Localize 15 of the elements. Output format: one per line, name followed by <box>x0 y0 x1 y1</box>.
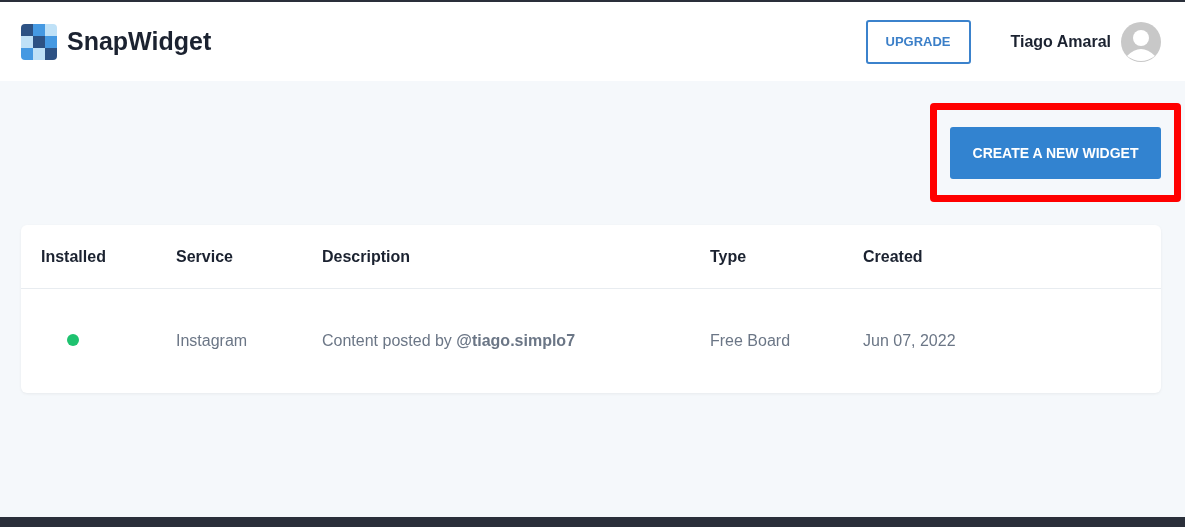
column-header: Type <box>710 247 748 266</box>
user-name[interactable]: Tiago Amaral <box>1010 32 1111 51</box>
brand-name: SnapWidget <box>67 27 212 56</box>
table-cell-text: Free Board <box>710 332 792 350</box>
column-header: Service <box>176 247 234 266</box>
upgrade-button[interactable]: UPGRADE <box>865 19 971 64</box>
create-widget-button[interactable]: CREATE A NEW WIDGET <box>950 127 1161 179</box>
table-cell-text: Instagram <box>176 332 249 350</box>
column-header: Created <box>863 247 923 266</box>
logo-icon <box>21 23 57 60</box>
table-cell-text: Content posted by @tiago.simplo7 <box>322 332 577 350</box>
avatar-icon[interactable] <box>1121 21 1161 62</box>
column-header: Description <box>322 247 411 266</box>
column-header: Installed <box>41 247 107 266</box>
table-cell: Jun 07, 2022 <box>863 332 956 350</box>
